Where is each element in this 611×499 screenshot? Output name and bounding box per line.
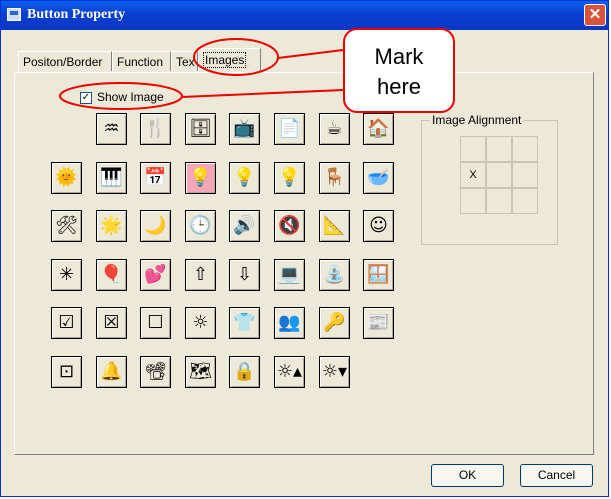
annotation-callout-text: Mark here <box>345 42 453 102</box>
annotation-circle-checkbox <box>59 82 183 110</box>
annotation-text-line1: Mark <box>374 44 424 69</box>
annotation-text-line2: here <box>376 74 422 99</box>
annotation-overlay <box>59 38 344 110</box>
annotation-leader-tab <box>277 49 344 59</box>
annotation-callout: Mark here <box>343 28 455 113</box>
annotation-leader-checkbox <box>181 89 344 98</box>
annotation-circle-tab <box>193 38 279 76</box>
